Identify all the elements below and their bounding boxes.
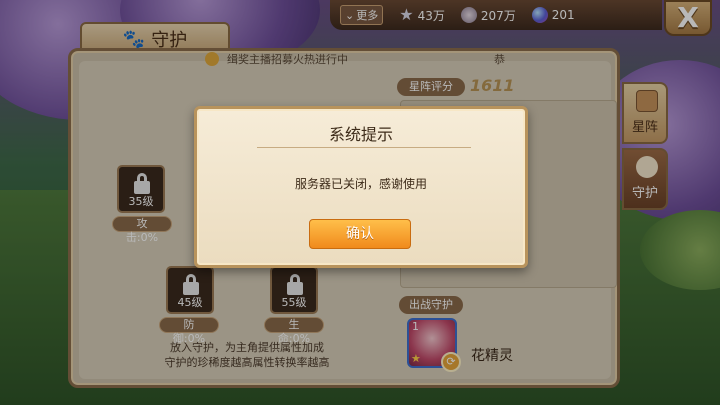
dialog-message: 服务器已关闭，感谢使用 — [294, 177, 427, 191]
system-dialog: 系统提示 服务器已关闭，感谢使用 确认 — [194, 106, 528, 268]
dialog-title: 系统提示 — [328, 125, 393, 144]
confirm-button[interactable]: 确认 — [309, 219, 411, 249]
dialog-divider — [257, 147, 471, 148]
